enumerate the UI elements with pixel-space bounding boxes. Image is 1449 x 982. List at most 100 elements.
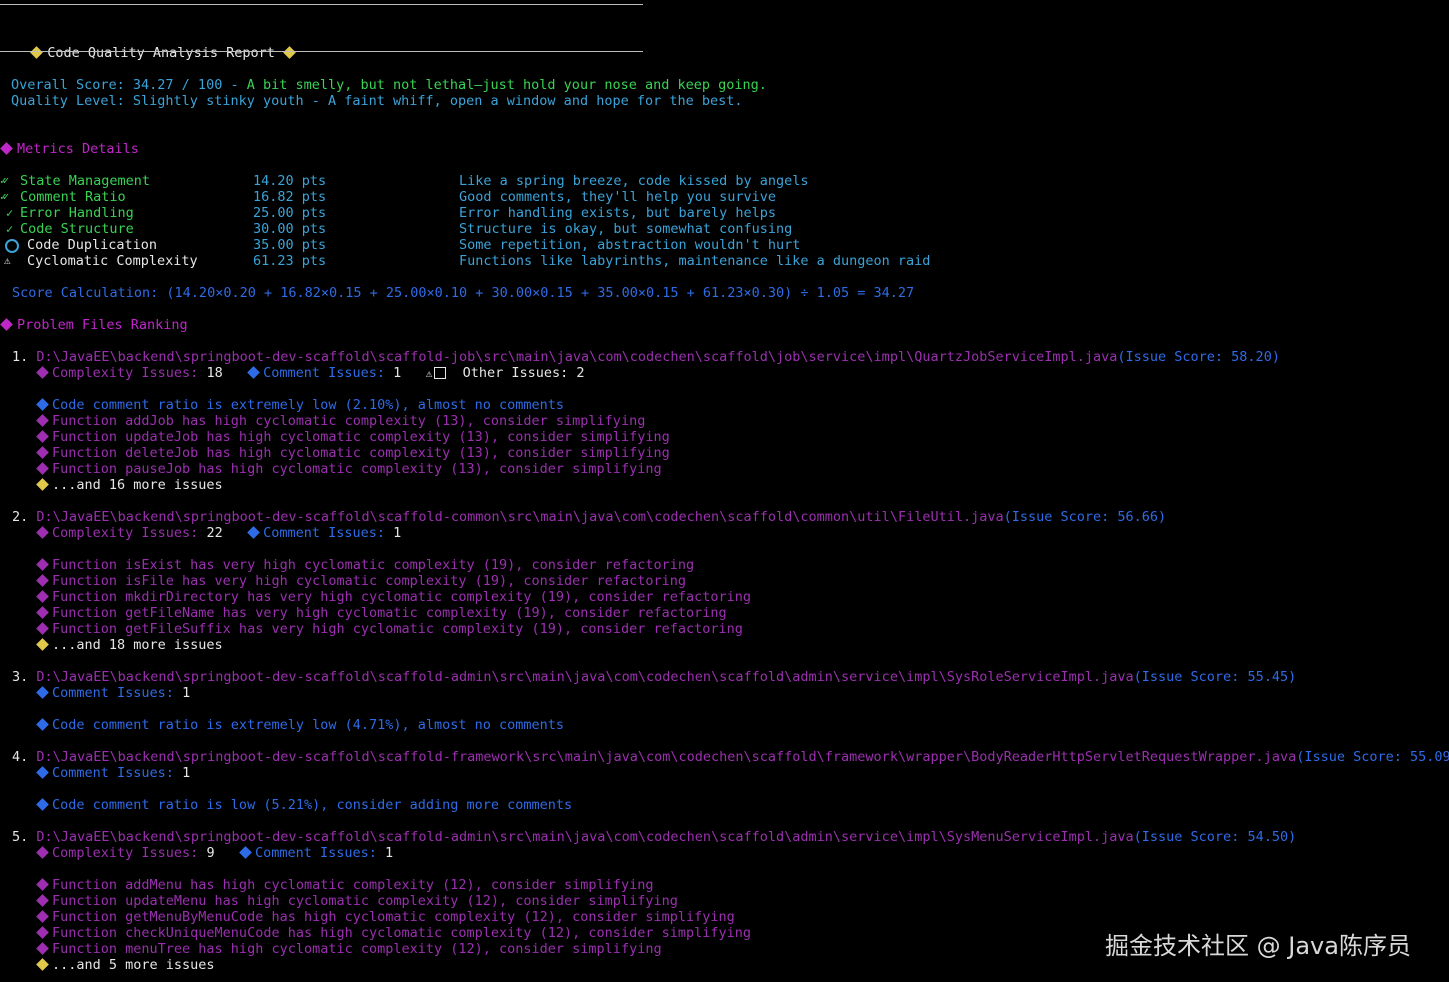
diamond-icon: [36, 606, 49, 619]
metric-name: Error Handling: [20, 205, 134, 221]
diamond-icon: [36, 414, 49, 427]
file-path: D:\JavaEE\backend\springboot-dev-scaffol…: [36, 829, 1134, 845]
warning-icon: ⚠: [425, 367, 433, 380]
diamond-icon: [36, 462, 49, 475]
diamond-icon: [36, 846, 49, 859]
diamond-icon: [36, 622, 49, 635]
comment-issues-label: Comment Issues:: [52, 685, 174, 701]
double-check-icon: ✓✓: [0, 174, 9, 187]
comment-issues-count: 1: [182, 685, 191, 701]
metric-points: 14.20 pts: [253, 173, 327, 189]
issue-counts: Comment Issues: 1: [36, 765, 190, 781]
complexity-issues-label: Complexity Issues:: [52, 525, 199, 541]
metric-description: Good comments, they'll help you survive: [459, 189, 776, 205]
metric-row: ⚠ Cyclomatic Complexity 61.23 pts Functions…: [0, 253, 1000, 269]
metric-row: ✓✓ Comment Ratio 16.82 pts Good comments, t…: [0, 189, 1000, 205]
issue-text: Function checkUniqueMenuCode has high cy…: [52, 925, 751, 941]
issue-score: (Issue Score: 54.50): [1133, 829, 1297, 845]
issue-text: Code comment ratio is extremely low (4.7…: [52, 717, 565, 733]
issue-item: Code comment ratio is low (5.21%), consi…: [36, 797, 572, 813]
diamond-icon: [36, 574, 49, 587]
diamond-icon: [36, 878, 49, 891]
metric-row: Code Duplication 35.00 pts Some repetition…: [0, 237, 1000, 253]
complexity-issues-label: Complexity Issues:: [52, 365, 199, 381]
issue-text: Function updateMenu has high cyclomatic …: [52, 893, 678, 909]
problem-file-header: 3. D:\JavaEE\backend\springboot-dev-scaf…: [12, 669, 1296, 685]
title-rule: [0, 51, 643, 52]
overall-score-label: Overall Score: 34.27 / 100 -: [11, 77, 247, 93]
issue-item: Function addMenu has high cyclomatic com…: [36, 877, 653, 893]
quality-level-comment: A faint whiff, open a window and hope fo…: [327, 93, 743, 109]
diamond-icon: [36, 526, 49, 539]
file-path: D:\JavaEE\backend\springboot-dev-scaffol…: [36, 509, 1004, 525]
warning-icon: ⚠: [4, 254, 11, 267]
issue-counts: Complexity Issues: 9 Comment Issues: 1: [36, 845, 393, 861]
issue-text: Function pauseJob has high cyclomatic co…: [52, 461, 662, 477]
comment-issues-count: 1: [385, 845, 394, 861]
metric-row: ✓✓ State Management 14.20 pts Like a spring…: [0, 173, 1000, 189]
issue-text: Function isFile has very high cyclomatic…: [52, 573, 686, 589]
diamond-icon: [36, 766, 49, 779]
file-rank: 3.: [12, 669, 29, 685]
metric-name: Comment Ratio: [20, 189, 126, 205]
issue-item: Function isExist has very high cyclomati…: [36, 557, 694, 573]
double-check-icon: ✓✓: [0, 190, 9, 203]
overall-score-line: Overall Score: 34.27 / 100 - A bit smell…: [11, 77, 767, 93]
quality-level-label: Quality Level: Slightly stinky youth -: [11, 93, 328, 109]
watermark: 掘金技术社区 @ Java陈序员: [1105, 932, 1411, 960]
issue-item: Function updateJob has high cyclomatic c…: [36, 429, 670, 445]
diamond-icon: [247, 526, 260, 539]
issue-score: (Issue Score: 56.66): [1003, 509, 1167, 525]
issue-counts: Comment Issues: 1: [36, 685, 190, 701]
metric-description: Like a spring breeze, code kissed by ang…: [459, 173, 809, 189]
file-path: D:\JavaEE\backend\springboot-dev-scaffol…: [36, 349, 1118, 365]
diamond-icon: [36, 926, 49, 939]
issue-text: Function getMenuByMenuCode has high cycl…: [52, 909, 735, 925]
metric-name: Code Structure: [20, 221, 134, 237]
issue-item: Function menuTree has high cyclomatic co…: [36, 941, 662, 957]
issue-text: Function getFileName has very high cyclo…: [52, 605, 727, 621]
more-issues-text: ...and 18 more issues: [52, 637, 223, 653]
diamond-icon: [36, 910, 49, 923]
metrics-heading: Metrics Details: [0, 141, 139, 157]
issue-text: Function mkdirDirectory has very high cy…: [52, 589, 751, 605]
issue-text: Function isExist has very high cyclomati…: [52, 557, 695, 573]
file-rank: 1.: [12, 349, 29, 365]
issue-item: Function pauseJob has high cyclomatic co…: [36, 461, 662, 477]
file-path: D:\JavaEE\backend\springboot-dev-scaffol…: [36, 749, 1297, 765]
metric-name: State Management: [20, 173, 151, 189]
complexity-issues-label: Complexity Issues:: [52, 845, 199, 861]
issue-item: Function getFileName has very high cyclo…: [36, 605, 727, 621]
metric-description: Functions like labyrinths, maintenance l…: [459, 253, 931, 269]
report-title: Code Quality Analysis Report: [47, 45, 275, 61]
circle-icon: [5, 239, 19, 253]
issue-item: Function isFile has very high cyclomatic…: [36, 573, 686, 589]
issue-text: Function addMenu has high cyclomatic com…: [52, 877, 654, 893]
report-title-line: Code Quality Analysis Report: [14, 29, 300, 61]
metric-points: 61.23 pts: [253, 253, 327, 269]
issue-text: Function updateJob has high cyclomatic c…: [52, 429, 670, 445]
issue-item: Function mkdirDirectory has very high cy…: [36, 589, 751, 605]
problem-file-header: 5. D:\JavaEE\backend\springboot-dev-scaf…: [12, 829, 1296, 845]
metric-description: Error handling exists, but barely helps: [459, 205, 776, 221]
comment-issues-count: 1: [182, 765, 191, 781]
metric-name: Code Duplication: [27, 237, 158, 253]
diamond-icon: [36, 686, 49, 699]
issue-score: (Issue Score: 55.45): [1133, 669, 1297, 685]
issue-item: Function deleteJob has high cyclomatic c…: [36, 445, 670, 461]
metric-name: Cyclomatic Complexity: [27, 253, 198, 269]
ranking-heading: Problem Files Ranking: [0, 317, 188, 333]
complexity-issues-count: 9: [206, 845, 215, 861]
issue-score: (Issue Score: 55.09): [1296, 749, 1449, 765]
metric-description: Structure is okay, but somewhat confusin…: [459, 221, 793, 237]
issue-item: Function getFileSuffix has very high cyc…: [36, 621, 743, 637]
complexity-issues-count: 18: [206, 365, 223, 381]
box-icon: [434, 367, 447, 379]
issue-counts: Complexity Issues: 22 Comment Issues: 1: [36, 525, 401, 541]
diamond-icon: [36, 638, 49, 651]
diamond-icon: [283, 45, 296, 59]
diamond-icon: [36, 366, 49, 379]
diamond-icon: [36, 478, 49, 491]
diamond-icon: [36, 798, 49, 811]
issue-item: Code comment ratio is extremely low (4.7…: [36, 717, 564, 733]
